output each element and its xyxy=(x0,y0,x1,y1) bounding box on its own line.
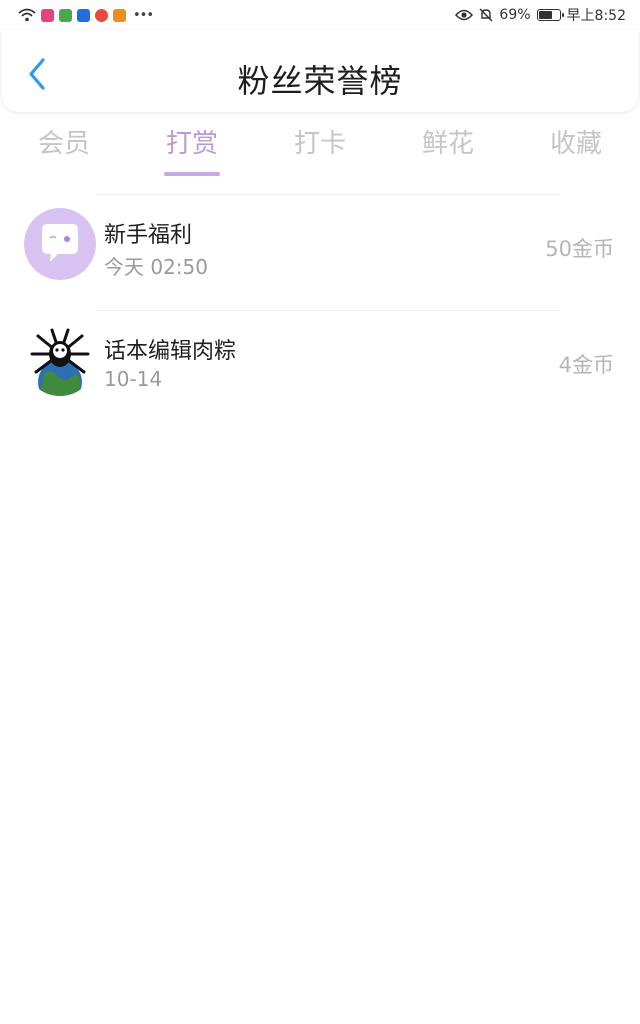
status-right: 69% 早上8:52 xyxy=(455,5,626,25)
app-notification-icon-1 xyxy=(41,8,54,22)
tab-4[interactable]: 收藏 xyxy=(536,122,616,178)
list-item[interactable]: 话本编辑肉粽 10-14 4金币 xyxy=(0,311,640,426)
top-app-bar: 粉丝荣誉榜 xyxy=(2,30,638,112)
tab-0[interactable]: 会员 xyxy=(24,122,104,178)
app-notification-icon-5 xyxy=(113,8,126,22)
battery-icon xyxy=(536,9,564,21)
app-notification-icon-3 xyxy=(77,8,90,22)
eye-icon xyxy=(455,9,474,21)
item-time: 10-14 xyxy=(104,367,163,391)
tab-bar: 会员 打赏 打卡 鲜花 收藏 xyxy=(24,122,616,178)
item-time: 今天 02:50 xyxy=(104,255,208,279)
status-time: 早上8:52 xyxy=(566,8,626,24)
item-amount: 4金币 xyxy=(558,353,614,377)
status-left: ••• xyxy=(18,7,154,23)
bell-off-icon xyxy=(479,8,493,22)
tab-1[interactable]: 打赏 xyxy=(152,122,232,178)
item-name: 新手福利 xyxy=(104,223,193,248)
avatar xyxy=(24,208,96,280)
chat-bubble-avatar-icon xyxy=(24,208,96,280)
item-name: 话本编辑肉粽 xyxy=(104,339,237,364)
tab-2[interactable]: 打卡 xyxy=(280,122,360,178)
wifi-icon xyxy=(18,8,36,22)
fan-ranking-list: 新手福利 今天 02:50 50金币 话本编辑肉粽 10-14 4金币 xyxy=(0,194,640,426)
list-item[interactable]: 新手福利 今天 02:50 50金币 xyxy=(0,195,640,310)
tab-3[interactable]: 鲜花 xyxy=(408,122,488,178)
battery-level xyxy=(538,11,552,19)
bug-earth-avatar-icon xyxy=(24,324,96,396)
status-bar: ••• 69% 早上8:52 xyxy=(0,0,640,30)
battery-percent: 69% xyxy=(499,7,531,23)
page-title: 粉丝荣誉榜 xyxy=(237,62,403,100)
app-notification-icon-2 xyxy=(59,8,72,22)
item-amount: 50金币 xyxy=(545,237,614,261)
more-notifications-icon: ••• xyxy=(133,7,154,23)
avatar xyxy=(24,324,96,396)
app-notification-icon-4 xyxy=(95,8,108,22)
